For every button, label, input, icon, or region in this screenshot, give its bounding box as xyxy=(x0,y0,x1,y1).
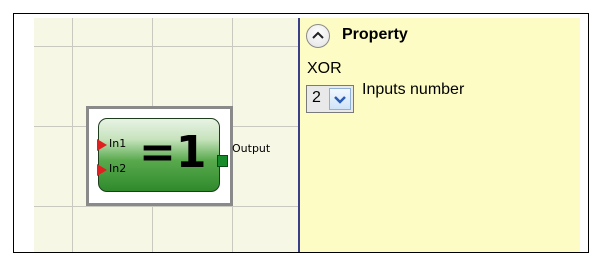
grid-line xyxy=(72,18,73,252)
grid-line xyxy=(34,206,298,207)
input-pin-1-icon[interactable] xyxy=(97,139,107,151)
logic-canvas[interactable]: In1 In2 =1 Output xyxy=(34,18,300,252)
input-label-2: In2 xyxy=(109,162,127,175)
grid-line xyxy=(34,46,298,47)
panel-title: Property xyxy=(342,26,408,43)
inputs-number-select[interactable]: 2 xyxy=(306,85,354,113)
chevron-down-icon xyxy=(334,96,346,104)
dropdown-toggle[interactable] xyxy=(329,88,351,110)
output-label: Output xyxy=(232,142,271,155)
inputs-number-label: Inputs number xyxy=(362,81,465,98)
chevron-up-icon xyxy=(312,31,324,39)
property-panel: Property XOR 2 Inputs number xyxy=(300,18,580,252)
output-pin-icon[interactable] xyxy=(217,155,228,167)
input-label-1: In1 xyxy=(109,137,127,150)
inputs-number-value: 2 xyxy=(312,89,321,106)
xor-block-body[interactable]: In1 In2 =1 xyxy=(97,118,228,192)
xor-symbol: =1 xyxy=(139,127,207,178)
input-pin-2-icon[interactable] xyxy=(97,164,107,176)
editor-window: In1 In2 =1 Output Property XOR 2 Inputs … xyxy=(13,13,589,253)
component-name: XOR xyxy=(307,60,342,77)
xor-block[interactable]: In1 In2 =1 xyxy=(86,106,233,206)
collapse-property-button[interactable] xyxy=(306,24,330,48)
